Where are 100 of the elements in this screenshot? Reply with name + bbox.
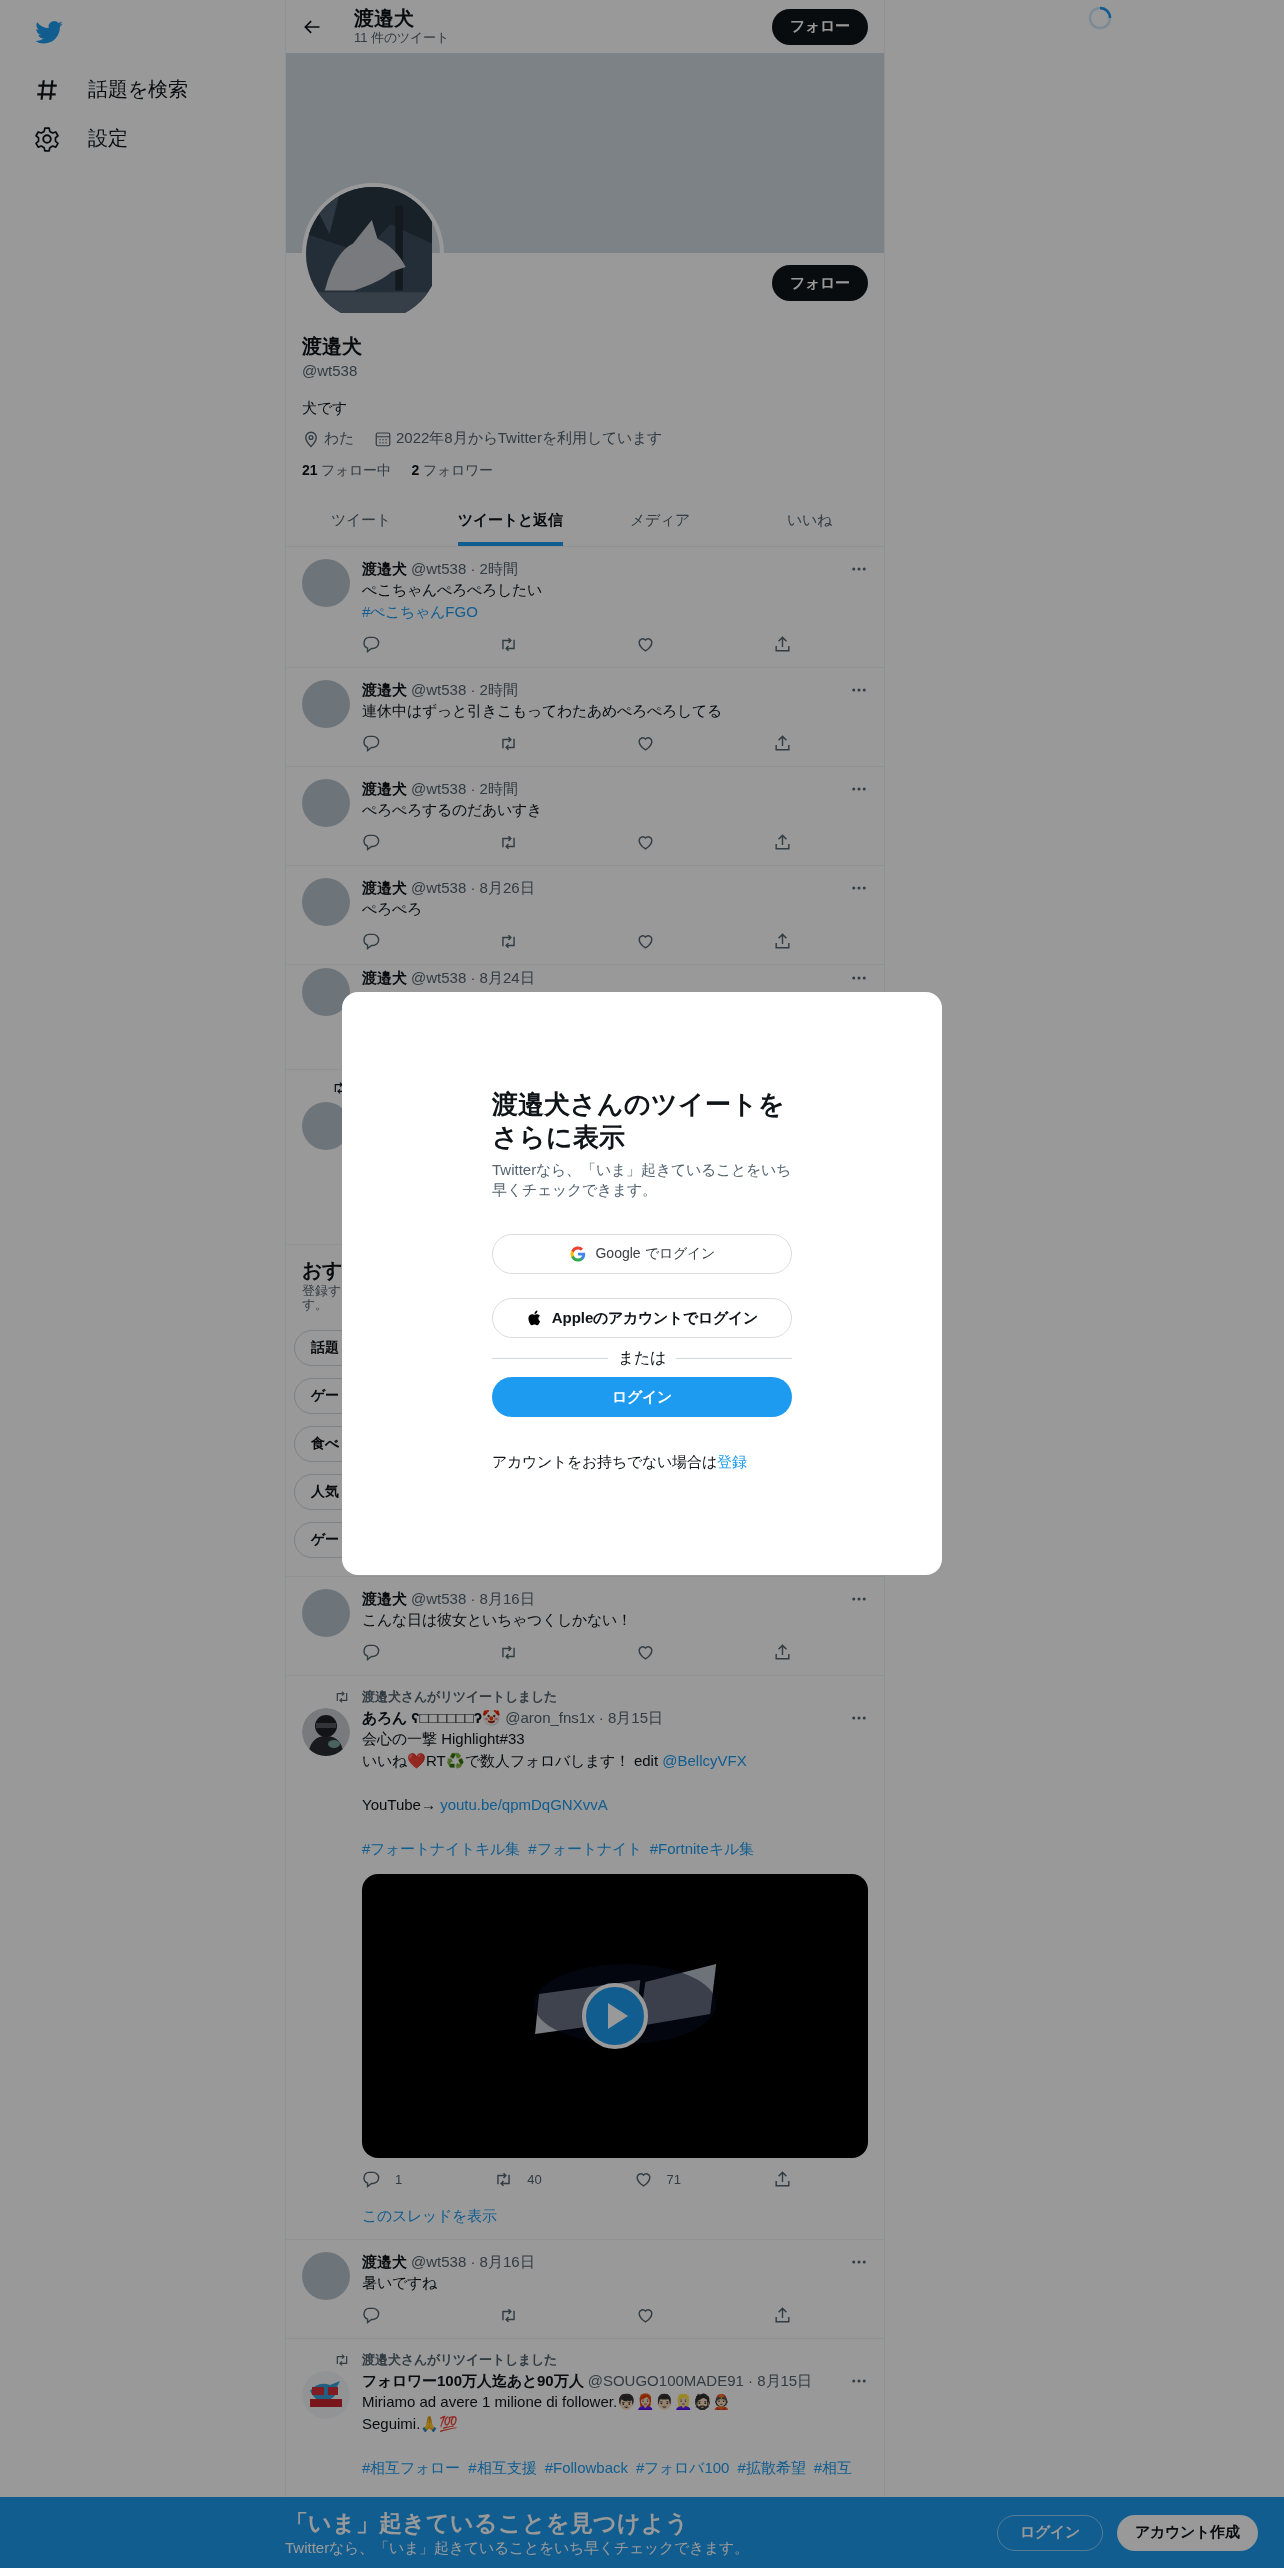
- user-name[interactable]: 渡邉犬: [362, 559, 407, 579]
- profile-handle: @wt538: [302, 362, 359, 379]
- follow-button[interactable]: フォロー: [772, 265, 868, 301]
- retweet-icon[interactable]: [499, 1643, 518, 1662]
- reply-icon[interactable]: [362, 932, 381, 951]
- show-thread-link[interactable]: このスレッドを表示: [362, 2207, 497, 2226]
- retweet-icon[interactable]: [499, 2306, 518, 2325]
- like-icon[interactable]: [636, 932, 655, 951]
- tweet-meta: @wt538 · 8月16日: [411, 1589, 535, 1609]
- settings-icon[interactable]: [34, 125, 60, 152]
- tweet-text: 暑いですね: [362, 2273, 438, 2293]
- profile-location: わた: [324, 429, 354, 448]
- like-icon[interactable]: [636, 635, 655, 654]
- divider-label: または: [618, 1348, 666, 1368]
- follow-button[interactable]: フォロー: [772, 8, 868, 45]
- like-icon[interactable]: [636, 833, 655, 852]
- profile-tab[interactable]: ツイート: [330, 494, 391, 546]
- retweet-icon[interactable]: [499, 734, 518, 753]
- nav-item[interactable]: 設定: [88, 125, 128, 152]
- signup-link[interactable]: 登録: [717, 1453, 747, 1470]
- share-icon[interactable]: [773, 734, 792, 753]
- tweet-meta: @wt538 · 2時間: [411, 559, 518, 579]
- play-icon[interactable]: [582, 1983, 648, 2049]
- tweet-text: 連休中はずっと引きこもってわたあめぺろぺろしてる: [362, 701, 723, 721]
- profile-tab[interactable]: いいね: [786, 494, 832, 546]
- retweet-icon[interactable]: [499, 833, 518, 852]
- section-subtitle: 登録す: [302, 1284, 341, 1298]
- login-button[interactable]: ログイン: [492, 1377, 792, 1417]
- link[interactable]: @BellcyVFX: [662, 1752, 747, 1769]
- dialog-subtitle: Twitterなら、「いま」起きていることをいち早くチェックできます。: [492, 1160, 792, 1200]
- link[interactable]: #Followback: [544, 2459, 629, 2476]
- link[interactable]: #Fortniteキル集: [649, 1840, 754, 1857]
- user-name[interactable]: 渡邉犬: [362, 779, 407, 799]
- tweet-meta: @wt538 · 2時間: [411, 680, 518, 700]
- retweet-button[interactable]: 40: [494, 2170, 542, 2189]
- user-name[interactable]: 渡邉犬: [362, 878, 407, 898]
- link[interactable]: #拡散希望: [737, 2459, 806, 2476]
- apple-login-button[interactable]: Appleのアカウントでログイン: [492, 1298, 792, 1338]
- like-icon[interactable]: [636, 1643, 655, 1662]
- google-logo-icon: [569, 1245, 588, 1263]
- user-name[interactable]: 渡邉犬: [362, 968, 407, 988]
- user-name[interactable]: あろん ʕ□□□□□□ʔ🤡: [362, 1708, 502, 1728]
- tweet-meta: @wt538 · 8月24日: [411, 968, 535, 988]
- share-icon[interactable]: [773, 932, 792, 951]
- retweet-icon[interactable]: [499, 932, 518, 951]
- google-login-button[interactable]: Google でログイン: [492, 1234, 792, 1274]
- profile-title: 渡邉犬: [354, 6, 415, 29]
- profile-tab[interactable]: メディア: [629, 494, 690, 546]
- tweet-text: ぺろぺろ: [362, 899, 423, 919]
- share-icon[interactable]: [773, 2306, 792, 2325]
- tweet-text: YouTube→ youtu.be/qpmDqGNXvvA: [362, 1795, 609, 1815]
- user-name[interactable]: 渡邉犬: [362, 1589, 407, 1609]
- user-name[interactable]: フォロワー100万人迄あと90万人: [362, 2371, 584, 2391]
- retweet-label: 渡邉犬さんがリツイートしました: [362, 2351, 557, 2369]
- link[interactable]: #フォートナイト: [528, 1840, 642, 1857]
- link[interactable]: #ぺこちゃんFGO: [362, 603, 478, 620]
- retweet-label: 渡邉犬さんがリツイートしました: [362, 1688, 557, 1706]
- link[interactable]: #相互支援: [468, 2459, 537, 2476]
- share-icon[interactable]: [773, 833, 792, 852]
- followers-count[interactable]: 2 フォロワー: [411, 462, 494, 480]
- tweet-meta: @SOUGO100MADE91 · 8月15日: [587, 2371, 813, 2391]
- tweet-text: ぺろぺろするのだあいすき: [362, 800, 543, 820]
- link[interactable]: #フォロバ100: [636, 2459, 730, 2476]
- banner-subtitle: Twitterなら、「いま」起きていることをいち早くチェックできます。: [285, 2538, 750, 2558]
- tweet-count: 11 件のツイート: [354, 28, 450, 47]
- share-icon[interactable]: [773, 2170, 792, 2189]
- link[interactable]: #相互: [813, 2459, 853, 2476]
- signup-button[interactable]: アカウント作成: [1117, 2514, 1258, 2551]
- location-icon: [302, 429, 320, 448]
- profile-bio: 犬です: [302, 399, 348, 418]
- join-date: 2022年8月からTwitterを利用しています: [396, 429, 662, 448]
- tweet-text: いいね❤RT♻で数人フォロバします！ edit @BellcyVFX: [362, 1751, 748, 1771]
- avatar[interactable]: [302, 968, 350, 1016]
- link[interactable]: #フォートナイトキル集: [362, 1840, 521, 1857]
- profile-tab[interactable]: ツイートと返信: [457, 494, 563, 546]
- share-icon[interactable]: [773, 1643, 792, 1662]
- user-name[interactable]: 渡邉犬: [362, 2252, 407, 2272]
- reply-icon[interactable]: [362, 635, 381, 654]
- like-icon[interactable]: [636, 2306, 655, 2325]
- section-subtitle: す。: [302, 1298, 328, 1312]
- share-icon[interactable]: [773, 635, 792, 654]
- retweet-icon[interactable]: [499, 635, 518, 654]
- nav-item[interactable]: 話題を検索: [88, 76, 188, 103]
- link[interactable]: #相互フォロー: [362, 2459, 461, 2476]
- reply-icon[interactable]: [362, 1643, 381, 1662]
- tweet-text: Miriamo ad avere 1 milione di follower.👦🏻👩🏻‍🦰👨🏻👱🏻‍♀🧔🏻👲🏻: [362, 2392, 733, 2412]
- reply-icon[interactable]: [362, 734, 381, 753]
- reply-icon[interactable]: [362, 833, 381, 852]
- tweet-meta: @wt538 · 8月16日: [411, 2252, 535, 2272]
- user-name[interactable]: 渡邉犬: [362, 680, 407, 700]
- reply-icon[interactable]: [362, 2306, 381, 2325]
- like-icon[interactable]: [636, 734, 655, 753]
- following-count[interactable]: 21 フォロー中: [302, 462, 392, 480]
- reply-button[interactable]: 1: [362, 2170, 403, 2189]
- like-button[interactable]: 71: [633, 2170, 682, 2189]
- tweet-meta: @wt538 · 8月26日: [411, 878, 535, 898]
- reply-icon: [362, 2170, 381, 2189]
- signup-prompt: アカウントをお持ちでない場合は登録: [492, 1453, 748, 1472]
- link[interactable]: youtu.be/qpmDqGNXvvA: [440, 1796, 608, 1813]
- loading-spinner-icon: [1088, 6, 1112, 30]
